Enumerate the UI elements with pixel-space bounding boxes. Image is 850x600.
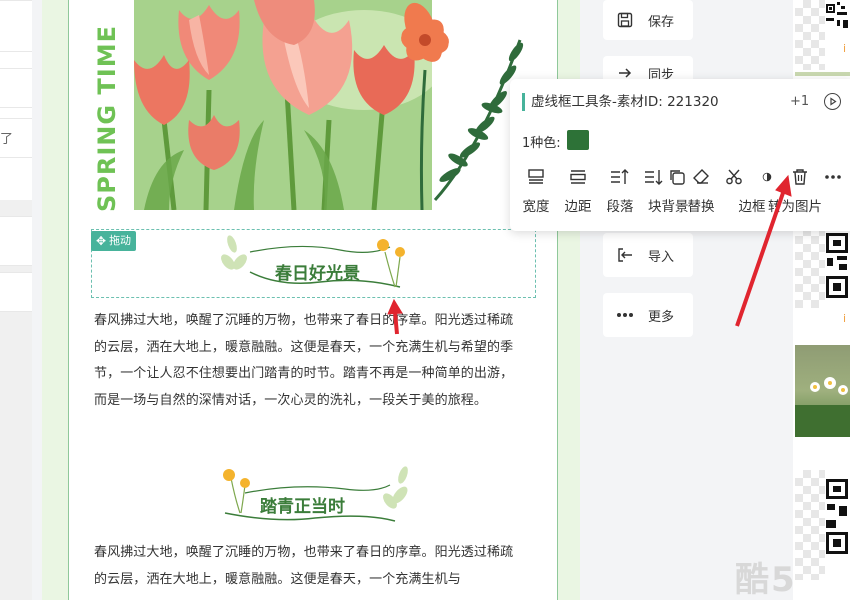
margin-icon (558, 167, 598, 187)
material-photo[interactable] (795, 345, 850, 437)
more-button[interactable]: 更多 (603, 293, 693, 337)
more-dots-icon (813, 167, 850, 187)
popup-plus-count[interactable]: +1 (790, 94, 809, 109)
margin-tool-button[interactable]: 边距 (558, 167, 598, 215)
play-icon[interactable] (824, 93, 841, 110)
save-button[interactable]: 保存 (603, 0, 693, 40)
material-mark: i (843, 42, 847, 55)
border-tool-label: 边框 (738, 199, 766, 215)
left-card[interactable] (0, 216, 32, 266)
material-divider (795, 72, 850, 76)
section-heading[interactable]: 春日好光景 (250, 259, 385, 284)
width-icon (516, 167, 556, 187)
margin-tool-label: 边距 (564, 199, 592, 215)
drag-handle[interactable]: ✥ 拖动 (91, 231, 137, 251)
convert-image-tool-label: 转为图片 (768, 199, 822, 215)
material-thumbnail[interactable] (795, 0, 825, 70)
popup-more-button[interactable] (813, 167, 850, 187)
qr-code-icon[interactable] (825, 232, 850, 302)
left-card[interactable] (0, 68, 32, 108)
color-swatch[interactable] (567, 130, 589, 150)
save-icon (616, 11, 634, 29)
replace-tool-label: 替换 (687, 199, 715, 215)
more-label: 更多 (648, 309, 675, 325)
material-thumbnail[interactable] (795, 228, 825, 308)
color-count-label: 1种色: (522, 136, 561, 151)
save-label: 保存 (648, 14, 675, 30)
section-paragraph[interactable]: 春风拂过大地，唤醒了沉睡的万物，也带来了春日的序章。阳光透过稀疏的云层，洒在大地… (94, 308, 526, 414)
left-card[interactable] (0, 272, 32, 312)
left-card[interactable] (0, 0, 32, 52)
width-tool-label: 宽度 (522, 199, 550, 215)
left-card-cut-text: 了 (0, 132, 14, 147)
border-icon (732, 167, 772, 187)
more-icon (616, 306, 634, 324)
import-icon (616, 246, 634, 264)
drag-label: 拖动 (109, 234, 132, 247)
material-mark: i (843, 312, 847, 325)
import-button[interactable]: 导入 (603, 233, 693, 277)
move-icon: ✥ (96, 234, 107, 248)
spring-time-title: SPRING TIME (93, 24, 121, 212)
width-tool-button[interactable]: 宽度 (516, 167, 556, 215)
section-heading[interactable]: 踏青正当时 (235, 492, 370, 517)
material-thumbnail[interactable] (795, 470, 825, 580)
dashed-frame-toolbar-popup: 虚线框工具条-素材ID: 221320 +1 1种色: 宽度 边距 段落 块背景… (510, 79, 850, 231)
border-tool-button[interactable]: 边框 (732, 167, 772, 215)
qr-code-icon[interactable] (825, 0, 850, 32)
import-label: 导入 (648, 249, 675, 265)
paragraph-tool-label: 段落 (606, 199, 634, 215)
section-paragraph[interactable]: 春风拂过大地，唤醒了沉睡的万物，也带来了春日的序章。阳光透过稀疏的云层，洒在大地… (94, 540, 526, 593)
popup-title: 虚线框工具条-素材ID: 221320 (522, 93, 719, 111)
watermark-logo: 酷5 (735, 560, 797, 600)
qr-code-icon[interactable] (825, 478, 850, 558)
left-panel: 了 (0, 0, 32, 600)
